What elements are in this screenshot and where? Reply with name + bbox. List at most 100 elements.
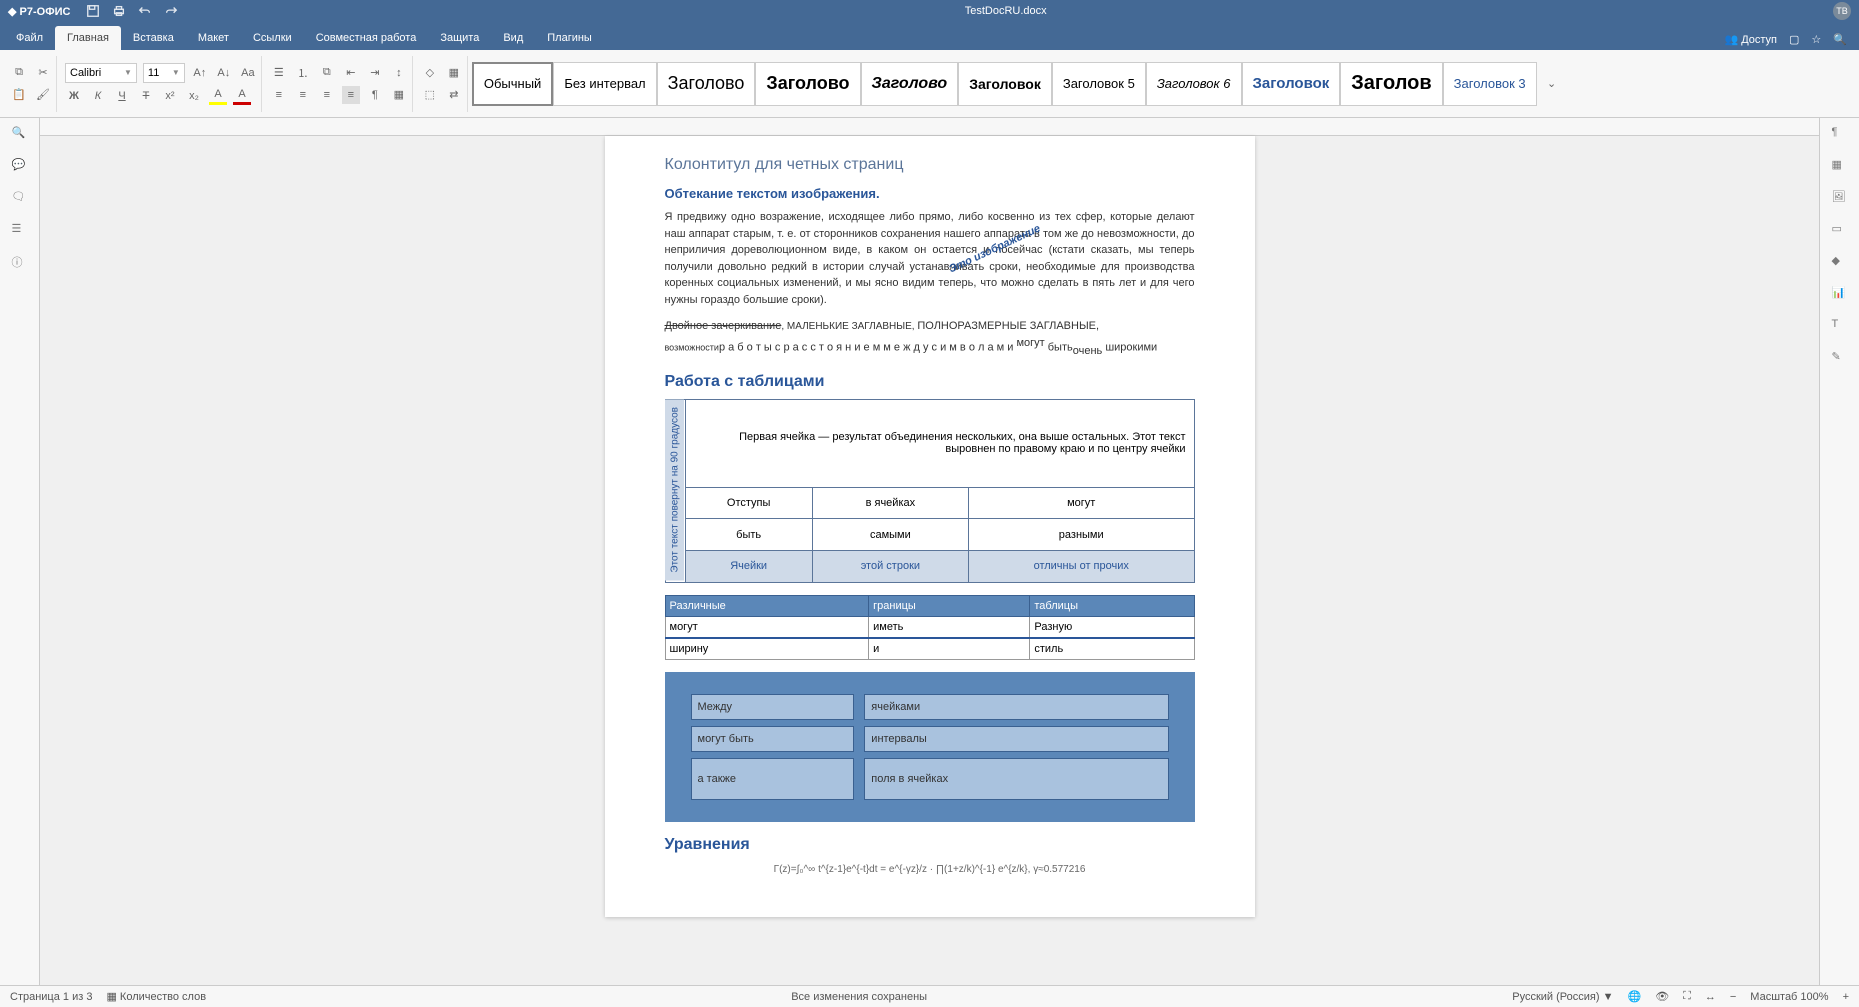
subscript-icon[interactable]: x₂ [185,87,203,105]
find-icon[interactable]: 🔍 [12,126,28,142]
line-spacing-icon[interactable]: ↕ [390,64,408,82]
style-heading5[interactable]: Заголовок 5 [1052,62,1146,106]
cut-icon[interactable]: ✂ [34,64,52,82]
italic-icon[interactable]: К [89,87,107,105]
style-gallery: Обычный Без интервал Заголово Заголово З… [472,56,1853,112]
copy-icon[interactable]: ⧉ [10,64,28,82]
feedback-icon[interactable]: ⓘ [12,254,28,270]
track-changes-icon[interactable]: 👁 [1655,990,1669,1003]
nonprinting-icon[interactable]: ¶ [366,86,384,104]
paragraph-settings-icon[interactable]: ¶ [1832,126,1848,142]
equation: Γ(z)=∫₀^∞ t^{z-1}e^{-t}dt = e^{-γz}/z · … [665,862,1195,877]
document-canvas[interactable]: Колонтитул для четных страниц Обтекание … [40,118,1819,985]
font-size-select[interactable]: ▼ [143,63,185,83]
align-justify-icon[interactable]: ≡ [342,86,360,104]
zoom-level[interactable]: Масштаб 100% [1750,991,1828,1003]
style-heading6[interactable]: Заголовок 6 [1146,62,1242,106]
numbering-icon[interactable]: ⒈ [294,64,312,82]
document-title: TestDocRU.docx [178,5,1833,17]
tab-collab[interactable]: Совместная работа [304,26,429,50]
style-heading[interactable]: Заголовок [958,62,1052,106]
tab-home[interactable]: Главная [55,26,121,50]
ruler[interactable] [40,118,1819,136]
table-settings-icon[interactable]: ▦ [1832,158,1848,174]
tab-links[interactable]: Ссылки [241,26,304,50]
fit-page-icon[interactable]: ⛶ [1683,990,1691,1003]
style-heading[interactable]: Заголово [755,62,860,106]
fit-width-icon[interactable]: ↔ [1705,991,1716,1003]
zoom-in-icon[interactable]: + [1843,991,1849,1003]
paste-icon[interactable]: 📋 [10,86,28,104]
navigation-icon[interactable]: ☰ [12,222,28,238]
styles-expand-icon[interactable]: ⌄ [1543,75,1561,93]
multilevel-icon[interactable]: ⧉ [318,64,336,82]
bold-icon[interactable]: Ж [65,87,83,105]
chart-settings-icon[interactable]: 📊 [1832,286,1848,302]
save-status: Все изменения сохранены [791,991,927,1003]
style-heading[interactable]: Заголово [861,62,959,106]
user-avatar[interactable]: ТВ [1833,2,1851,20]
strike-icon[interactable]: T [137,87,155,105]
access-button[interactable]: 👥 Доступ [1724,33,1777,46]
spellcheck-icon[interactable]: 🌐 [1627,990,1641,1003]
shape-settings-icon[interactable]: ◆ [1832,254,1848,270]
section-equations: Уравнения [665,836,1195,854]
table-2: Различныеграницытаблицы могутиметьРазную… [665,595,1195,660]
bullets-icon[interactable]: ☰ [270,64,288,82]
zoom-out-icon[interactable]: − [1730,991,1736,1003]
save-icon[interactable] [86,4,100,18]
open-location-icon[interactable]: ▢ [1789,33,1799,46]
textart-settings-icon[interactable]: T [1832,318,1848,334]
left-panel: 🔍 💬 🗨 ☰ ⓘ [0,118,40,985]
favorite-icon[interactable]: ☆ [1811,33,1821,46]
align-right-icon[interactable]: ≡ [318,86,336,104]
undo-icon[interactable] [138,4,152,18]
tab-view[interactable]: Вид [491,26,535,50]
chat-icon[interactable]: 🗨 [12,190,28,206]
style-heading[interactable]: Заголов [1340,62,1442,106]
redo-icon[interactable] [164,4,178,18]
search-icon[interactable]: 🔍 [1833,33,1847,46]
style-heading[interactable]: Заголово [657,62,756,106]
word-count[interactable]: ▦ Количество слов [106,990,206,1003]
language-select[interactable]: Русский (Россия) ▼ [1512,991,1613,1003]
image-settings-icon[interactable]: 🖼 [1832,190,1848,206]
signature-icon[interactable]: ✎ [1832,350,1848,366]
tab-layout[interactable]: Макет [186,26,241,50]
menubar: Файл Главная Вставка Макет Ссылки Совмес… [0,22,1859,50]
font-color-icon[interactable]: A [233,87,251,105]
superscript-icon[interactable]: x² [161,87,179,105]
page-indicator[interactable]: Страница 1 из 3 [10,991,92,1003]
style-nospacing[interactable]: Без интервал [553,62,656,106]
style-heading3[interactable]: Заголовок 3 [1443,62,1537,106]
tab-plugins[interactable]: Плагины [535,26,604,50]
underline-icon[interactable]: Ч [113,87,131,105]
tab-protect[interactable]: Защита [428,26,491,50]
format-painter-icon[interactable]: 🖌 [34,86,52,104]
tab-file[interactable]: Файл [4,26,55,50]
header-settings-icon[interactable]: ▭ [1832,222,1848,238]
comments-icon[interactable]: 💬 [12,158,28,174]
font-name-select[interactable]: ▼ [65,63,137,83]
select-all-icon[interactable]: ⬚ [421,86,439,104]
change-case-icon[interactable]: Aa [239,64,257,82]
indent-inc-icon[interactable]: ⇥ [366,64,384,82]
statusbar: Страница 1 из 3 ▦ Количество слов Все из… [0,985,1859,1007]
print-icon[interactable] [112,4,126,18]
align-left-icon[interactable]: ≡ [270,86,288,104]
titlebar: ◆ Р7-ОФИС TestDocRU.docx ТВ [0,0,1859,22]
clear-style-icon[interactable]: ◇ [421,64,439,82]
insert-table-icon[interactable]: ▦ [445,64,463,82]
decrease-font-icon[interactable]: A↓ [215,64,233,82]
style-normal[interactable]: Обычный [472,62,553,106]
align-center-icon[interactable]: ≡ [294,86,312,104]
style-heading[interactable]: Заголовок [1242,62,1341,106]
merged-cell: Первая ячейка — результат объединения не… [685,399,1194,487]
increase-font-icon[interactable]: A↑ [191,64,209,82]
tab-insert[interactable]: Вставка [121,26,186,50]
page: Колонтитул для четных страниц Обтекание … [605,136,1255,917]
replace-icon[interactable]: ⇄ [445,86,463,104]
shading-icon[interactable]: ▦ [390,86,408,104]
indent-dec-icon[interactable]: ⇤ [342,64,360,82]
highlight-icon[interactable]: A [209,87,227,105]
